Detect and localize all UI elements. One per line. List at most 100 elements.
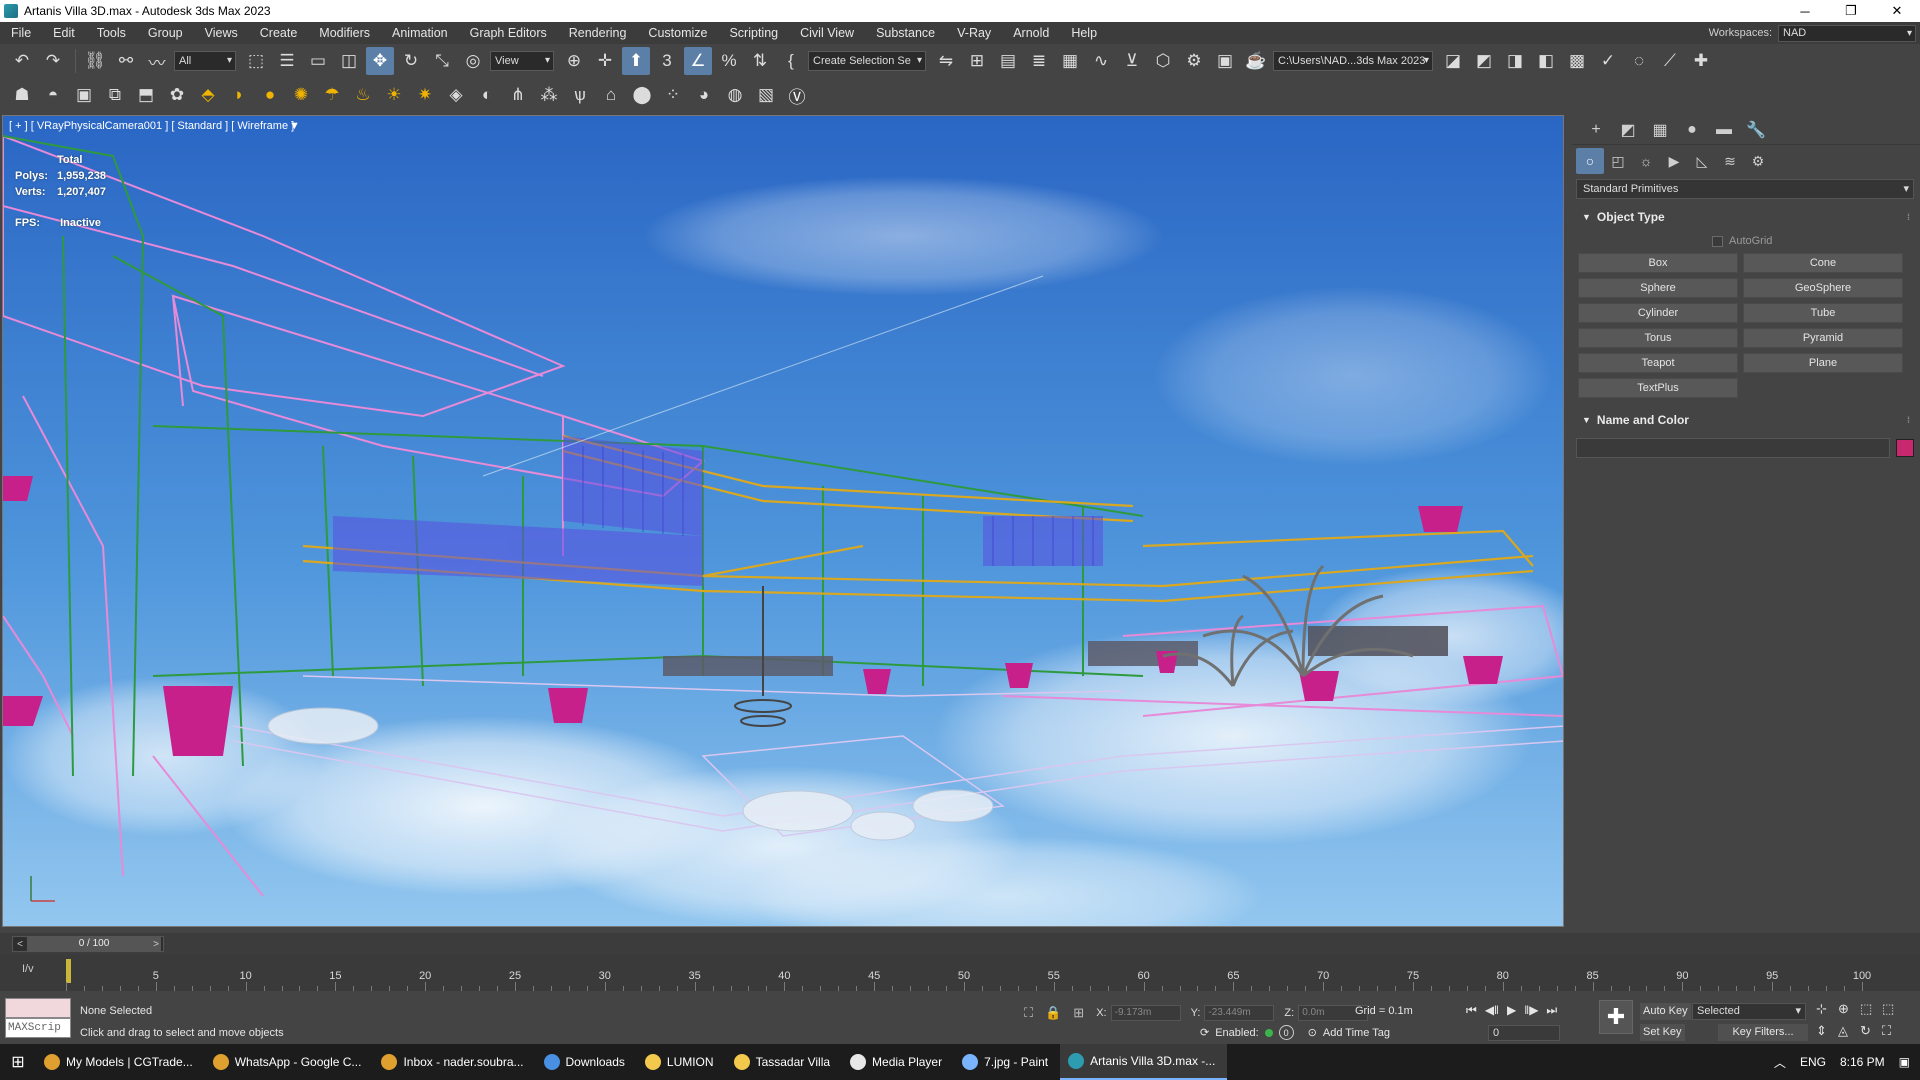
restore-button[interactable]: ❐ [1828, 0, 1874, 22]
taskbar-item[interactable]: Downloads [536, 1044, 637, 1080]
material-editor-icon[interactable]: ⬡ [1149, 47, 1177, 75]
shapes-icon[interactable]: ◰ [1604, 148, 1632, 174]
pyramid-button[interactable]: Pyramid [1743, 328, 1903, 348]
lights-icon[interactable]: ☼ [1632, 148, 1660, 174]
current-frame-field[interactable]: 0 [1488, 1025, 1560, 1041]
bind-space-warp-icon[interactable]: 〰 [143, 47, 171, 75]
taskbar-item[interactable]: 7.jpg - Paint [954, 1044, 1060, 1080]
isolate-selection-icon[interactable]: ⛶ [1024, 1005, 1033, 1021]
menu-modifiers[interactable]: Modifiers [308, 22, 381, 44]
prev-key-icon[interactable]: ◀‖ [1485, 1003, 1499, 1018]
menu-vray[interactable]: V-Ray [946, 22, 1002, 44]
x-field[interactable]: -9.173m [1110, 1005, 1181, 1021]
set-keys-button[interactable]: ✚ [1599, 1000, 1633, 1034]
display-tab-icon[interactable]: ▬ [1708, 117, 1740, 143]
vray-render-icon[interactable]: ◓ [39, 81, 67, 109]
select-by-name-icon[interactable]: ☰ [273, 47, 301, 75]
time-slider-thumb[interactable]: 0 / 100 [27, 937, 161, 951]
dolly-icon[interactable]: ⇕ [1816, 1023, 1838, 1039]
select-move-icon[interactable]: ✥ [366, 47, 394, 75]
vray-dome-light-icon[interactable]: ◗ [225, 81, 253, 109]
window-crossing-icon[interactable]: ◫ [335, 47, 363, 75]
taskbar-item[interactable]: LUMION [637, 1044, 726, 1080]
zoom-extents-icon[interactable]: ⬚ [1860, 1001, 1882, 1017]
taskbar-item[interactable]: Tassadar Villa [726, 1044, 842, 1080]
named-selection-select[interactable]: Create Selection Se [808, 51, 926, 71]
vray-spot-icon[interactable]: ☂ [318, 81, 346, 109]
zoom-icon[interactable]: ⊹ [1816, 1001, 1838, 1017]
space-warps-icon[interactable]: ≋ [1716, 148, 1744, 174]
taskbar-item[interactable]: My Models | CGTrade... [36, 1044, 205, 1080]
reference-coord-select[interactable]: View [490, 51, 554, 71]
spinner-snap-icon[interactable]: ⇅ [746, 47, 774, 75]
orbit-icon[interactable]: ↻ [1860, 1023, 1882, 1039]
field-of-view-icon[interactable]: ◬ [1838, 1023, 1860, 1039]
taskbar-item[interactable]: Artanis Villa 3D.max -... [1060, 1044, 1228, 1080]
goto-end-icon[interactable]: ⏭ [1546, 1003, 1557, 1018]
menu-edit[interactable]: Edit [42, 22, 86, 44]
save-icon[interactable]: ▩ [1563, 47, 1591, 75]
teapot-button[interactable]: Teapot [1578, 353, 1738, 373]
sync-icon[interactable]: ◌ [1625, 47, 1653, 75]
vray-light-icon[interactable]: ⬘ [194, 81, 222, 109]
enabled-count[interactable]: 0 [1278, 1025, 1294, 1040]
object-type-rollout[interactable]: ▼ Object Type ⁞ [1576, 207, 1914, 227]
cylinder-button[interactable]: Cylinder [1578, 303, 1738, 323]
menu-scripting[interactable]: Scripting [718, 22, 789, 44]
modify-tab-icon[interactable]: ◩ [1612, 117, 1644, 143]
vray-mtl-library-icon[interactable]: ◕ [690, 81, 718, 109]
render-setup-icon[interactable]: ⚙ [1180, 47, 1208, 75]
tube-button[interactable]: Tube [1743, 303, 1903, 323]
vray-obj-props-icon[interactable]: ▧ [752, 81, 780, 109]
menu-substance[interactable]: Substance [865, 22, 946, 44]
menu-help[interactable]: Help [1060, 22, 1108, 44]
add-time-tag[interactable]: Add Time Tag [1323, 1027, 1390, 1039]
clock[interactable]: 8:16 PM [1840, 1055, 1885, 1069]
track-bar[interactable]: I/v 5 10 15 20 25 30 35 40 45 50 55 60 65 70 75 80 85 90 9… [0, 955, 1920, 991]
project-icon-2[interactable]: ◩ [1470, 47, 1498, 75]
render-production-icon[interactable]: ☕ [1242, 47, 1270, 75]
unlink-icon[interactable]: ⚯ [112, 47, 140, 75]
select-scale-icon[interactable]: ⤡ [428, 47, 456, 75]
next-key-icon[interactable]: ‖▶ [1524, 1003, 1538, 1018]
create-tab-icon[interactable]: + [1580, 117, 1612, 143]
batch-icon[interactable]: ⧉ [101, 81, 129, 109]
geometry-icon[interactable]: ○ [1576, 148, 1604, 174]
motion-tab-icon[interactable]: ● [1676, 117, 1708, 143]
vray-decal-icon[interactable]: ⌂ [597, 81, 625, 109]
zoom-all-icon[interactable]: ⊕ [1838, 1001, 1860, 1017]
align-icon[interactable]: ⊞ [963, 47, 991, 75]
next-frame-icon[interactable]: > [149, 937, 163, 951]
cameras-icon[interactable]: ▶ [1660, 148, 1688, 174]
windows-start-icon[interactable]: ⊞ [0, 1044, 36, 1080]
menu-create[interactable]: Create [249, 22, 309, 44]
enabled-indicator-icon[interactable] [1264, 1028, 1273, 1037]
vray-sun-icon[interactable]: ☀ [380, 81, 408, 109]
taskbar-item[interactable]: Inbox - nader.soubra... [373, 1044, 535, 1080]
vray-sphere-light-icon[interactable]: ● [256, 81, 284, 109]
zoom-extents-all-icon[interactable]: ⬚ [1882, 1001, 1904, 1017]
object-color-swatch[interactable] [1896, 439, 1914, 457]
curve-editor-icon[interactable]: ∿ [1087, 47, 1115, 75]
menu-file[interactable]: File [0, 22, 42, 44]
project-icon-1[interactable]: ◪ [1439, 47, 1467, 75]
y-field[interactable]: -23.449m [1204, 1005, 1275, 1021]
menu-views[interactable]: Views [194, 22, 249, 44]
menu-rendering[interactable]: Rendering [558, 22, 638, 44]
sphere-button[interactable]: Sphere [1578, 278, 1738, 298]
undo-icon[interactable]: ↶ [8, 47, 36, 75]
utilities-tab-icon[interactable]: 🔧 [1740, 117, 1772, 143]
manipulate-icon[interactable]: ✛ [591, 47, 619, 75]
lock-selection-icon[interactable]: 🔒 [1045, 1005, 1061, 1021]
select-object-icon[interactable]: ⬚ [242, 47, 270, 75]
link-icon[interactable]: ⛓ [81, 47, 109, 75]
snaps-toggle-icon[interactable]: 3 [653, 47, 681, 75]
current-frame-marker[interactable] [66, 959, 71, 983]
menu-graph-editors[interactable]: Graph Editors [459, 22, 558, 44]
toggle-layer-explorer-icon[interactable]: ≣ [1025, 47, 1053, 75]
goto-start-icon[interactable]: ⏮ [1466, 1003, 1477, 1018]
workspaces-select[interactable]: NAD [1778, 24, 1916, 42]
menu-arnold[interactable]: Arnold [1002, 22, 1060, 44]
vray-logo-icon[interactable]: Ⓥ [783, 81, 811, 109]
vfb-icon[interactable]: ▣ [70, 81, 98, 109]
